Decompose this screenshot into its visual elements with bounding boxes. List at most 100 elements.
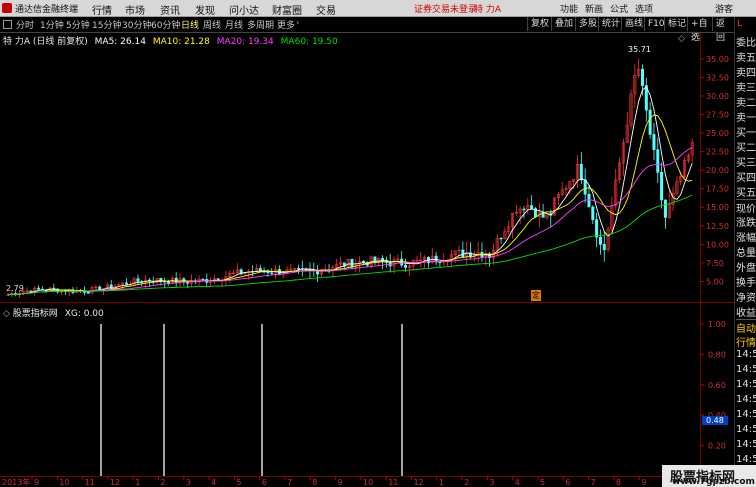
candle-body bbox=[296, 268, 300, 270]
time-tick-label: 3 bbox=[186, 478, 191, 487]
price-axis: 35.00 32.50 30.00 27.50 25.00 22.50 20.00 17.50… bbox=[700, 55, 729, 286]
quote-row[interactable]: 14:5 bbox=[736, 409, 756, 420]
candle-body bbox=[52, 287, 56, 290]
candle-body bbox=[598, 236, 602, 245]
time-tick-label: 12 bbox=[414, 478, 424, 487]
price-tick-label: 20.00 bbox=[706, 166, 729, 175]
candle-body bbox=[201, 278, 205, 281]
price-candles bbox=[6, 58, 694, 298]
time-tick-label: 7 bbox=[287, 478, 292, 487]
time-tick-label: 7 bbox=[591, 478, 596, 487]
candle-body bbox=[350, 259, 354, 268]
quote-row[interactable]: 行情 bbox=[736, 334, 756, 349]
indicator-title-bar: ◇ 股票指标网 XG: 0.00 bbox=[3, 306, 104, 319]
time-tick-label: 12 bbox=[110, 478, 120, 487]
quote-row: 买三 bbox=[736, 158, 756, 169]
candle-body bbox=[660, 171, 664, 201]
time-tick-label: 9 bbox=[641, 478, 646, 487]
quote-row[interactable]: 14:5 bbox=[736, 424, 756, 435]
quote-panel-header: L bbox=[734, 17, 756, 33]
candle-body bbox=[595, 219, 599, 238]
high-price-label: 35.71 bbox=[628, 45, 651, 54]
time-tick-label: 2 bbox=[161, 478, 166, 487]
indicator-tick-label: 1.00 bbox=[708, 320, 726, 329]
quote-row: 买二 bbox=[736, 143, 756, 154]
quote-row[interactable]: 14:5 bbox=[736, 379, 756, 390]
indicator-axis: 1.000.800.600.400.20 bbox=[700, 320, 726, 451]
price-tick-label: 35.00 bbox=[706, 55, 729, 64]
indicator-current-value: 0.48 bbox=[702, 416, 728, 425]
price-tick-label: 15.00 bbox=[706, 203, 729, 212]
quote-row: 买五 bbox=[736, 188, 756, 199]
low-price-label: 2.79 bbox=[6, 284, 24, 293]
ma5-line bbox=[7, 86, 693, 296]
candle-body bbox=[652, 134, 656, 150]
time-tick-label: 10 bbox=[59, 478, 69, 487]
quote-row[interactable]: 自动 bbox=[736, 319, 756, 335]
watermark-url: www.7gpzb.com bbox=[672, 477, 755, 487]
price-tick-label: 32.50 bbox=[706, 73, 729, 82]
time-tick-label: 8 bbox=[616, 478, 621, 487]
quote-row[interactable]: 14:5 bbox=[736, 454, 756, 465]
ma10-label: MA10: 21.28 bbox=[152, 37, 210, 47]
time-tick-label: 6 bbox=[262, 478, 267, 487]
candle-body bbox=[361, 260, 365, 263]
quote-row[interactable]: 14:5 bbox=[736, 439, 756, 450]
time-tick-label: 2013年 bbox=[2, 477, 30, 487]
time-tick-label: 5 bbox=[540, 478, 545, 487]
ma20-line bbox=[7, 147, 693, 296]
event-marker[interactable]: 定 bbox=[531, 290, 541, 301]
candle-body bbox=[530, 205, 534, 209]
quote-row: 卖五 bbox=[736, 53, 756, 64]
quote-row: 收益 bbox=[736, 308, 756, 319]
candle-body bbox=[434, 255, 438, 263]
quote-row: 买一 bbox=[736, 128, 756, 139]
quote-row[interactable]: 14:5 bbox=[736, 394, 756, 405]
chart-title-bar: 特 力A (日线 前复权) MA5: 26.14 MA10: 21.28 MA2… bbox=[3, 34, 338, 47]
collapse-icon[interactable]: ^ bbox=[690, 34, 698, 44]
chart-canvas: 35.0032.5030.0027.5025.0022.5020.0017.50… bbox=[0, 32, 734, 487]
indicator-tick-label: 0.20 bbox=[708, 442, 726, 451]
candle-body bbox=[270, 272, 274, 274]
moving-averages bbox=[7, 86, 693, 296]
price-tick-label: 22.50 bbox=[706, 148, 729, 157]
time-tick-label: 9 bbox=[34, 478, 39, 487]
time-tick-label: 4 bbox=[211, 478, 216, 487]
quote-row[interactable]: 14:5 bbox=[736, 364, 756, 375]
diamond-icon[interactable]: ◇ bbox=[678, 34, 685, 44]
quote-row[interactable]: 14:5 bbox=[736, 349, 756, 360]
quote-row: 总量 bbox=[736, 248, 756, 259]
quote-row: 卖四 bbox=[736, 68, 756, 79]
candle-body bbox=[37, 287, 41, 290]
candle-body bbox=[461, 249, 465, 258]
candle-body bbox=[124, 282, 128, 285]
time-tick-label: 1 bbox=[135, 478, 140, 487]
indicator-title: 股票指标网 bbox=[12, 309, 58, 319]
indicator-spikes bbox=[100, 324, 403, 476]
time-tick-label: 11 bbox=[388, 478, 398, 487]
price-tick-label: 17.50 bbox=[706, 185, 729, 194]
indicator-tick-label: 0.80 bbox=[708, 350, 726, 359]
chart-frame bbox=[0, 32, 734, 477]
ma60-label: MA60: 19.50 bbox=[280, 37, 338, 47]
time-tick-label: 6 bbox=[565, 478, 570, 487]
candle-body bbox=[583, 179, 587, 195]
indicator-collapse-icon[interactable]: ◇ bbox=[3, 309, 13, 319]
time-tick-label: 5 bbox=[236, 478, 241, 487]
price-tick-label: 7.50 bbox=[706, 259, 724, 268]
candle-body bbox=[86, 292, 90, 294]
price-tick-label: 5.00 bbox=[706, 277, 724, 286]
candle-body bbox=[656, 149, 660, 173]
price-tick-label: 27.50 bbox=[706, 110, 729, 119]
time-tick-label: 2 bbox=[464, 478, 469, 487]
quote-panel: 委比 卖五 卖四 卖三 卖二 卖一 买一 买二 买三 买四 买五 现价 涨跌 涨幅 总量 外盘 换手 净资 收益 自动… bbox=[734, 33, 756, 487]
candle-body bbox=[602, 244, 606, 251]
quote-row: 涨幅 bbox=[736, 233, 756, 244]
quote-row: 现价 bbox=[736, 199, 756, 215]
quote-row: 卖三 bbox=[736, 83, 756, 94]
quote-row: 卖一 bbox=[736, 113, 756, 124]
indicator-value: XG: 0.00 bbox=[64, 309, 104, 319]
quote-row: 委比 bbox=[736, 38, 756, 49]
ma20-label: MA20: 19.34 bbox=[216, 37, 274, 47]
time-axis: 2013年 9 10 11 12 1 2 3 4 5 6 7 8 9 10 11 12 1 2 3 4 5 6 7 8 9 bbox=[2, 476, 646, 487]
